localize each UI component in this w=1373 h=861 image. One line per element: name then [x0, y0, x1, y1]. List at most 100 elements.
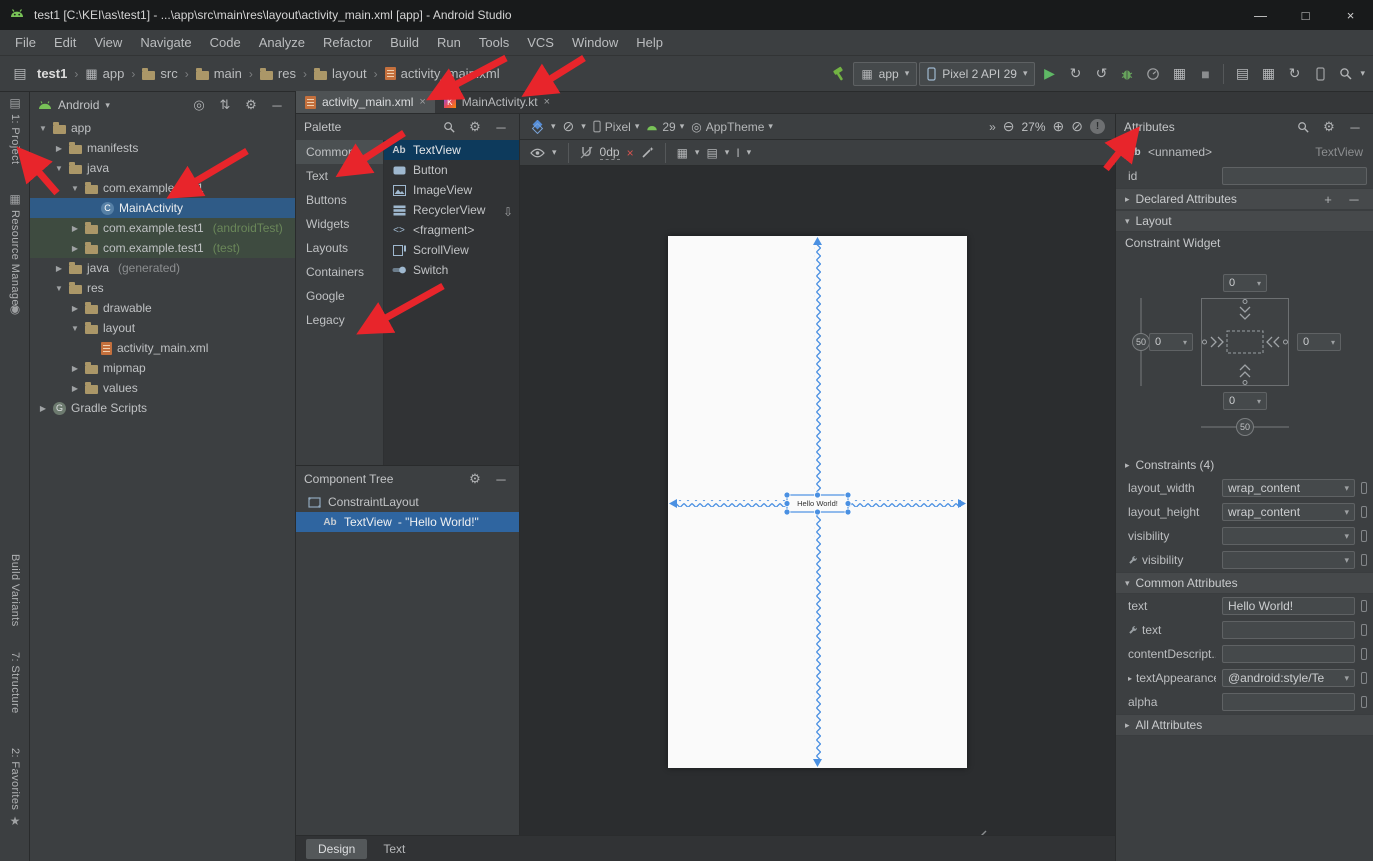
chevron-right-icon[interactable]: ▸ — [1128, 674, 1132, 683]
breadcrumb-project[interactable]: test1 — [34, 66, 70, 81]
pin-flag-icon[interactable] — [1361, 696, 1367, 708]
theme-menu[interactable]: ◎ AppTheme ▾ — [691, 120, 773, 134]
design-mode-tab[interactable]: Design — [306, 839, 367, 859]
device-canvas[interactable]: Hello World! — [668, 236, 967, 768]
menu-help[interactable]: Help — [627, 30, 672, 56]
palette-category-buttons[interactable]: Buttons — [296, 188, 383, 212]
tool-strip-build-variants[interactable]: Build Variants — [0, 554, 30, 627]
layout-width-select[interactable]: wrap_content▾ — [1222, 479, 1355, 497]
device-select[interactable]: Pixel 2 API 29 ▾ — [919, 62, 1035, 86]
margin-top-select[interactable]: 0▾ — [1223, 274, 1267, 292]
margin-bottom-select[interactable]: 0▾ — [1223, 392, 1267, 410]
view-options-eye-icon[interactable] — [530, 148, 545, 158]
hide-panel-icon[interactable]: ─ — [267, 95, 287, 115]
pin-flag-icon[interactable] — [1361, 648, 1367, 660]
tree-row-activity-main-xml[interactable]: activity_main.xml — [30, 338, 295, 358]
palette-item-switch[interactable]: Switch — [384, 260, 519, 280]
menu-vcs[interactable]: VCS — [518, 30, 563, 56]
zoom-to-fit-icon[interactable]: ⊘ — [1071, 118, 1083, 135]
vertical-bias-knob[interactable]: 50 — [1132, 333, 1150, 351]
profile-icon[interactable] — [1141, 62, 1165, 86]
tree-row-java[interactable]: ▼ java — [30, 158, 295, 178]
all-attributes-section[interactable]: ▸ All Attributes — [1116, 714, 1373, 736]
menu-code[interactable]: Code — [201, 30, 250, 56]
design-surface-icon[interactable] — [530, 120, 544, 134]
id-input[interactable] — [1222, 167, 1367, 185]
palette-category-widgets[interactable]: Widgets — [296, 212, 383, 236]
canvas-resize-handle[interactable] — [972, 827, 988, 835]
device-file-explorer-icon[interactable]: ▤ — [1230, 62, 1254, 86]
hide-panel-icon[interactable]: ─ — [491, 469, 511, 489]
search-everywhere-icon[interactable] — [1334, 62, 1358, 86]
expand-icon[interactable]: ▼ — [70, 324, 80, 333]
palette-item-imageview[interactable]: ImageView — [384, 180, 519, 200]
orientation-icon[interactable]: ⊘ — [563, 118, 575, 135]
search-icon[interactable] — [439, 117, 459, 137]
run-configuration-select[interactable]: ▦ app ▾ — [853, 62, 917, 86]
tool-strip-structure[interactable]: 7: Structure — [0, 652, 30, 714]
pin-flag-icon[interactable] — [1361, 624, 1367, 636]
tools-visibility-select[interactable]: ▾ — [1222, 551, 1355, 569]
pin-flag-icon[interactable] — [1361, 600, 1367, 612]
collapse-icon[interactable]: ▶ — [54, 264, 64, 273]
alpha-input[interactable] — [1222, 693, 1355, 711]
issue-panel-icon[interactable]: ! — [1090, 119, 1105, 134]
palette-category-layouts[interactable]: Layouts — [296, 236, 383, 260]
locate-file-icon[interactable]: ◎ — [189, 95, 209, 115]
project-view-selector[interactable]: Android — [58, 98, 99, 112]
tool-strip-favorites[interactable]: 2: Favorites ★ — [0, 748, 30, 828]
default-margin-field[interactable]: 0dp — [600, 145, 620, 160]
layout-height-select[interactable]: wrap_content▾ — [1222, 503, 1355, 521]
close-button[interactable]: × — [1328, 0, 1373, 30]
menu-tools[interactable]: Tools — [470, 30, 518, 56]
menu-analyze[interactable]: Analyze — [250, 30, 314, 56]
collapse-icon[interactable]: ▶ — [38, 404, 48, 413]
sync-project-icon[interactable]: ↻ — [1282, 62, 1306, 86]
declared-attributes-section[interactable]: ▸ Declared Attributes + ─ — [1116, 188, 1373, 210]
pin-flag-icon[interactable] — [1361, 506, 1367, 518]
pack-icon[interactable]: ▦ — [677, 146, 688, 160]
component-tree-textview[interactable]: Ab TextView - "Hello World!" — [296, 512, 519, 532]
attach-debugger-icon[interactable]: ▦ — [1167, 62, 1191, 86]
chevron-down-icon[interactable]: ▾ — [695, 147, 700, 158]
collapse-all-icon[interactable]: ⇅ — [215, 95, 235, 115]
design-surface[interactable]: Hello World! — [520, 166, 1115, 835]
build-hammer-icon[interactable] — [827, 62, 851, 86]
chevron-down-icon[interactable]: ▾ — [725, 147, 730, 158]
menu-navigate[interactable]: Navigate — [131, 30, 200, 56]
download-icon[interactable]: ⇩ — [503, 205, 513, 219]
tool-strip-project[interactable]: ▤ 1: Project — [0, 96, 30, 164]
tree-row-package-androidtest[interactable]: ▶ com.example.test1 (androidTest) — [30, 218, 295, 238]
remove-attribute-icon[interactable]: ─ — [1344, 189, 1364, 209]
guidelines-icon[interactable]: I — [736, 146, 739, 160]
pin-flag-icon[interactable] — [1361, 482, 1367, 494]
palette-category-containers[interactable]: Containers — [296, 260, 383, 284]
apply-changes-icon[interactable]: ↻ — [1063, 62, 1087, 86]
expand-icon[interactable]: ▼ — [54, 164, 64, 173]
breadcrumb-file[interactable]: activity_main.xml — [382, 66, 503, 81]
content-description-input[interactable] — [1222, 645, 1355, 663]
chevron-down-icon[interactable]: ▾ — [1360, 68, 1365, 79]
minimize-button[interactable]: — — [1238, 0, 1283, 30]
search-icon[interactable] — [1293, 117, 1313, 137]
palette-item-recyclerview[interactable]: RecyclerView ⇩ — [384, 200, 519, 220]
pin-flag-icon[interactable] — [1361, 554, 1367, 566]
tab-mainactivity-kt[interactable]: K MainActivity.kt × — [435, 91, 559, 113]
stop-icon[interactable]: ■ — [1193, 62, 1217, 86]
hide-panel-icon[interactable]: ─ — [1345, 117, 1365, 137]
text-appearance-select[interactable]: @android:style/Te▾ — [1222, 669, 1355, 687]
chevron-down-icon[interactable]: ▾ — [105, 100, 110, 111]
breadcrumb-app[interactable]: ▦app — [82, 66, 127, 82]
tree-row-mainactivity[interactable]: C MainActivity — [30, 198, 295, 218]
palette-category-legacy[interactable]: Legacy — [296, 308, 383, 332]
text-mode-tab[interactable]: Text — [371, 839, 417, 859]
breadcrumb-layout[interactable]: layout — [311, 66, 370, 81]
common-attributes-section[interactable]: ▾ Common Attributes — [1116, 572, 1373, 594]
layout-section[interactable]: ▾ Layout — [1116, 210, 1373, 232]
palette-category-common[interactable]: Common — [296, 140, 383, 164]
expand-icon[interactable]: ▼ — [54, 284, 64, 293]
layout-inspector-icon[interactable]: ▦ — [1256, 62, 1280, 86]
chevron-down-icon[interactable]: ▾ — [552, 147, 557, 158]
collapse-icon[interactable]: ▶ — [70, 244, 80, 253]
hide-panel-icon[interactable]: ─ — [491, 117, 511, 137]
